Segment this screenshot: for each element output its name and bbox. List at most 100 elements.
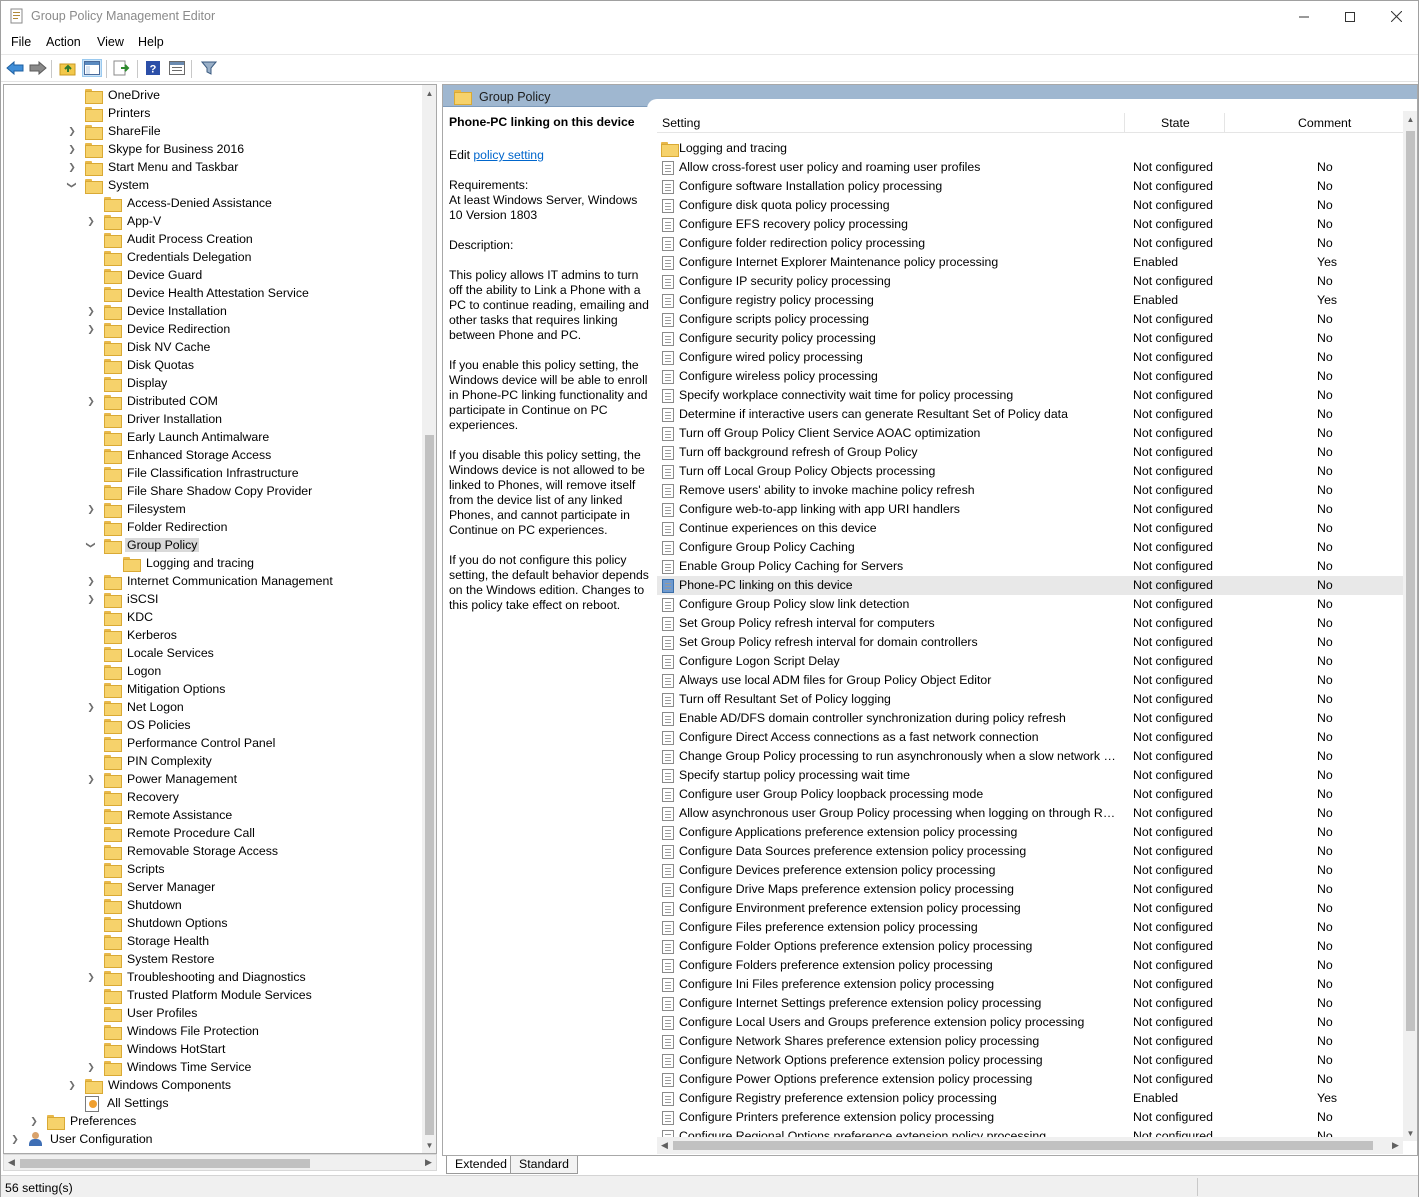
policy-row[interactable]: Configure wireless policy processing Not … xyxy=(657,367,1403,386)
expand-chevron-icon[interactable]: ❯ xyxy=(86,702,96,712)
policy-row[interactable]: Enable Group Policy Caching for Servers N… xyxy=(657,557,1403,576)
expand-chevron-icon[interactable]: ❯ xyxy=(86,576,96,586)
policy-row[interactable]: Set Group Policy refresh interval for co… xyxy=(657,614,1403,633)
tree-item[interactable]: ❯ Internet Communication Management xyxy=(86,572,335,590)
scroll-right-icon[interactable]: ▶ xyxy=(1388,1137,1403,1154)
tree-item[interactable]: Driver Installation xyxy=(86,410,224,428)
policy-row[interactable]: Configure IP security policy processing N… xyxy=(657,272,1403,291)
expand-chevron-icon[interactable]: ❯ xyxy=(86,324,96,334)
tree-item[interactable]: Logging and tracing xyxy=(105,554,256,572)
policy-row[interactable]: Configure Direct Access connections as a… xyxy=(657,728,1403,747)
menu-help[interactable]: Help xyxy=(138,35,164,49)
tree-item[interactable]: Mitigation Options xyxy=(86,680,227,698)
tree-item[interactable]: Disk Quotas xyxy=(86,356,196,374)
tree-item[interactable]: Locale Services xyxy=(86,644,216,662)
tree-item[interactable]: ❯ Preferences xyxy=(29,1112,138,1130)
scroll-down-icon[interactable]: ▼ xyxy=(422,1137,436,1153)
tree-item[interactable]: ❯ Device Installation xyxy=(86,302,229,320)
policy-row[interactable]: Determine if interactive users can gener… xyxy=(657,405,1403,424)
scroll-down-icon[interactable]: ▼ xyxy=(1403,1125,1417,1141)
policy-row[interactable]: Set Group Policy refresh interval for do… xyxy=(657,633,1403,652)
tree-item[interactable]: System Restore xyxy=(86,950,216,968)
expand-chevron-icon[interactable]: ❯ xyxy=(86,774,96,784)
policy-row[interactable]: Configure Applications preference extens… xyxy=(657,823,1403,842)
expand-chevron-icon[interactable]: ❯ xyxy=(67,1080,77,1090)
tree-item[interactable]: Remote Procedure Call xyxy=(86,824,257,842)
menu-action[interactable]: Action xyxy=(46,35,81,49)
policy-row[interactable]: Phone-PC linking on this device Not confi… xyxy=(657,576,1403,595)
tree-item[interactable]: ❯ Group Policy xyxy=(86,536,200,554)
tree-item[interactable]: ❯ Device Redirection xyxy=(86,320,232,338)
minimize-button[interactable] xyxy=(1281,1,1327,32)
tree-item[interactable]: PIN Complexity xyxy=(86,752,214,770)
policy-row[interactable]: Configure Internet Explorer Maintenance … xyxy=(657,253,1403,272)
tree-item[interactable]: OS Policies xyxy=(86,716,193,734)
expand-chevron-icon[interactable]: ❯ xyxy=(67,144,77,154)
tree-item[interactable]: ❯ Windows Components xyxy=(67,1076,233,1094)
tree-item[interactable]: Scripts xyxy=(86,860,167,878)
menu-file[interactable]: File xyxy=(11,35,31,49)
scroll-right-icon[interactable]: ▶ xyxy=(421,1155,436,1170)
policy-row[interactable]: Configure Group Policy Caching Not config… xyxy=(657,538,1403,557)
tree-item[interactable]: ❯ Distributed COM xyxy=(86,392,220,410)
expand-chevron-icon[interactable]: ❯ xyxy=(10,1134,20,1144)
tree-item[interactable]: ❯ Power Management xyxy=(86,770,239,788)
policy-row[interactable]: Specify startup policy processing wait t… xyxy=(657,766,1403,785)
policy-row[interactable]: Configure Network Shares preference exte… xyxy=(657,1032,1403,1051)
scroll-up-icon[interactable]: ▲ xyxy=(1403,111,1417,127)
tree-item[interactable]: ❯ ShareFile xyxy=(67,122,163,140)
tree-item[interactable]: Device Guard xyxy=(86,266,204,284)
policy-row[interactable]: Continue experiences on this device Not c… xyxy=(657,519,1403,538)
collapse-chevron-icon[interactable]: ❯ xyxy=(67,180,78,190)
column-header-setting[interactable]: Setting xyxy=(662,116,700,130)
tree-item[interactable]: KDC xyxy=(86,608,155,626)
forward-button[interactable] xyxy=(28,59,48,77)
tree-item[interactable]: Printers xyxy=(67,104,152,122)
tree-item[interactable]: Disk NV Cache xyxy=(86,338,212,356)
tree-item[interactable]: Trusted Platform Module Services xyxy=(86,986,314,1004)
policy-row[interactable]: Configure Environment preference extensi… xyxy=(657,899,1403,918)
menu-view[interactable]: View xyxy=(97,35,124,49)
tree-item[interactable]: File Share Shadow Copy Provider xyxy=(86,482,314,500)
show-hide-tree-button[interactable] xyxy=(82,59,102,77)
policy-row[interactable]: Configure Files preference extension pol… xyxy=(657,918,1403,937)
expand-chevron-icon[interactable]: ❯ xyxy=(86,594,96,604)
expand-chevron-icon[interactable]: ❯ xyxy=(86,396,96,406)
tree-item[interactable]: Storage Health xyxy=(86,932,211,950)
tree-item[interactable]: Windows HotStart xyxy=(86,1040,227,1058)
tree-item[interactable]: User Profiles xyxy=(86,1004,199,1022)
tree-item[interactable]: Recovery xyxy=(86,788,181,806)
policy-row[interactable]: Turn off Resultant Set of Policy logging… xyxy=(657,690,1403,709)
scroll-up-icon[interactable]: ▲ xyxy=(422,85,436,101)
policy-row[interactable]: Allow asynchronous user Group Policy pro… xyxy=(657,804,1403,823)
tree-item[interactable]: Windows File Protection xyxy=(86,1022,261,1040)
expand-chevron-icon[interactable]: ❯ xyxy=(67,162,77,172)
policy-row[interactable]: Configure disk quota policy processing No… xyxy=(657,196,1403,215)
list-horizontal-scrollbar[interactable]: ◀ ▶ xyxy=(657,1137,1403,1154)
policy-row[interactable]: Configure Drive Maps preference extensio… xyxy=(657,880,1403,899)
tree-item[interactable]: Removable Storage Access xyxy=(86,842,280,860)
policy-row[interactable]: Allow cross-forest user policy and roami… xyxy=(657,158,1403,177)
tree-item[interactable]: ❯ User Configuration xyxy=(10,1130,155,1148)
policy-row[interactable]: Configure Printers preference extension … xyxy=(657,1108,1403,1127)
policy-row[interactable]: Specify workplace connectivity wait time… xyxy=(657,386,1403,405)
expand-chevron-icon[interactable]: ❯ xyxy=(86,504,96,514)
collapse-chevron-icon[interactable]: ❯ xyxy=(86,540,97,550)
tree-item[interactable]: ❯ App-V xyxy=(86,212,163,230)
policy-row[interactable]: Configure Folder Options preference exte… xyxy=(657,937,1403,956)
tree-item[interactable]: File Classification Infrastructure xyxy=(86,464,301,482)
expand-chevron-icon[interactable]: ❯ xyxy=(86,1062,96,1072)
tree-item[interactable]: Shutdown xyxy=(86,896,184,914)
policy-row[interactable]: Turn off Local Group Policy Objects proc… xyxy=(657,462,1403,481)
tree-item[interactable]: ❯ Start Menu and Taskbar xyxy=(67,158,240,176)
back-button[interactable] xyxy=(5,59,25,77)
tree-item[interactable]: OneDrive xyxy=(67,86,162,104)
policy-row[interactable]: Configure registry policy processing Enab… xyxy=(657,291,1403,310)
policy-row[interactable]: Enable AD/DFS domain controller synchron… xyxy=(657,709,1403,728)
policy-row[interactable]: Configure Network Options preference ext… xyxy=(657,1051,1403,1070)
policy-row[interactable]: Configure Group Policy slow link detecti… xyxy=(657,595,1403,614)
tree-item[interactable]: Server Manager xyxy=(86,878,217,896)
tree-item[interactable]: Shutdown Options xyxy=(86,914,230,932)
tree-item[interactable]: Performance Control Panel xyxy=(86,734,277,752)
tree-item[interactable]: Audit Process Creation xyxy=(86,230,255,248)
